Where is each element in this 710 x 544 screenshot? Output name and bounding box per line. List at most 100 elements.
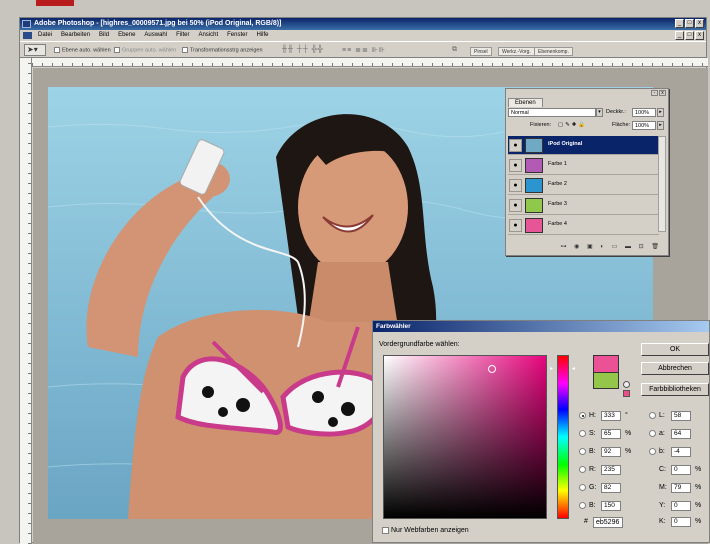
eye-icon[interactable]: ●	[509, 139, 522, 152]
eye-icon[interactable]: ●	[509, 219, 522, 232]
menu-filter[interactable]: Filter	[176, 30, 189, 41]
palette-tab-layer-comps[interactable]: Ebenenkomp.	[534, 47, 573, 56]
hue-radio[interactable]	[579, 412, 586, 419]
blend-mode-select[interactable]: Normal	[508, 108, 596, 117]
doc-minimize-button[interactable]: _	[675, 31, 684, 40]
hue-slider-left-arrow-icon[interactable]: ▸	[550, 365, 553, 372]
cyan-input[interactable]: 0	[671, 465, 691, 475]
chevron-down-icon[interactable]: ▾	[596, 108, 603, 117]
magenta-input[interactable]: 79	[671, 483, 691, 493]
transform-checkbox[interactable]	[182, 47, 188, 53]
lab-l-input[interactable]: 58	[671, 411, 691, 421]
fill-arrow-icon[interactable]: ▸	[657, 121, 664, 130]
saturation-field-row: S: 65 %	[579, 429, 639, 439]
lock-icons[interactable]: ▢✎✚🔒	[558, 121, 587, 130]
eye-icon[interactable]: ●	[509, 179, 522, 192]
fill-field[interactable]: 100%	[632, 121, 656, 130]
saturation-input[interactable]: 65	[601, 429, 621, 439]
maximize-button[interactable]: □	[685, 19, 694, 28]
doc-maximize-button[interactable]: □	[685, 31, 694, 40]
lab-a-radio[interactable]	[649, 430, 656, 437]
align-icons[interactable]: ╫╫ ┼┼ ╬╬	[282, 46, 324, 53]
close-button[interactable]: x	[695, 19, 704, 28]
blue-radio[interactable]	[579, 502, 586, 509]
red-input[interactable]: 235	[601, 465, 621, 475]
saturation-brightness-field[interactable]	[383, 355, 547, 519]
eye-icon[interactable]: ●	[509, 199, 522, 212]
hue-input[interactable]: 333	[601, 411, 621, 421]
menu-ansicht[interactable]: Ansicht	[198, 30, 218, 41]
palette-well-icon[interactable]: ⧉	[452, 46, 458, 54]
color-libraries-button[interactable]: Farbbibliotheken	[641, 383, 709, 396]
color-cursor[interactable]	[488, 365, 496, 373]
gamut-warning-icon[interactable]	[623, 381, 630, 388]
lab-b-input[interactable]: -4	[671, 447, 691, 457]
layer-name: iPod Original	[548, 141, 583, 147]
yellow-input[interactable]: 0	[671, 501, 691, 511]
menu-fenster[interactable]: Fenster	[227, 30, 247, 41]
green-input[interactable]: 82	[601, 483, 621, 493]
black-field-row: K: 0 %	[649, 517, 709, 527]
web-colors-only-option[interactable]: Nur Webfarben anzeigen	[382, 526, 469, 535]
layers-footer-icons[interactable]: ⊶ ◉ ▣ ◐ ▭ ▬ ⊡ 🗑	[508, 242, 666, 253]
hue-slider-right-arrow-icon[interactable]: ◂	[572, 365, 575, 372]
brightness-radio[interactable]	[579, 448, 586, 455]
black-input[interactable]: 0	[671, 517, 691, 527]
opacity-arrow-icon[interactable]: ▸	[657, 108, 664, 117]
opacity-field[interactable]: 100%	[632, 108, 656, 117]
move-tool-preset[interactable]: ➤▾	[24, 44, 46, 56]
panel-minimize-button[interactable]: -	[651, 90, 658, 96]
auto-select-option[interactable]: Ebene auto. wählen	[54, 47, 111, 53]
red-radio[interactable]	[579, 466, 586, 473]
layer-row-farbe-3[interactable]: ● Farbe 3	[508, 196, 659, 215]
magenta-field-row: M: 79 %	[649, 483, 709, 493]
auto-select-checkbox[interactable]	[54, 47, 60, 53]
minimize-button[interactable]: _	[675, 19, 684, 28]
photoshop-logo-icon	[22, 20, 31, 28]
distribute-icons[interactable]: ≡≡ ≣≣ ⊪⊪	[342, 46, 386, 54]
cancel-button[interactable]: Abbrechen	[641, 362, 709, 375]
panel-close-button[interactable]: x	[659, 90, 666, 96]
layer-row-farbe-2[interactable]: ● Farbe 2	[508, 176, 659, 195]
opacity-label: Deckkr.:	[606, 109, 626, 115]
layer-thumbnail	[525, 218, 543, 233]
menu-bearbeiten[interactable]: Bearbeiten	[61, 30, 90, 41]
document-window-controls: _ □ x	[675, 31, 704, 40]
brightness-field-row: B: 92 %	[579, 447, 639, 457]
layers-panel-titlebar[interactable]	[506, 89, 668, 97]
layer-row-farbe-1[interactable]: ● Farbe 1	[508, 156, 659, 175]
lab-l-label: L:	[659, 412, 665, 419]
current-color-swatch[interactable]	[593, 372, 619, 389]
menu-auswahl[interactable]: Auswahl	[144, 30, 167, 41]
tab-ebenen[interactable]: Ebenen	[508, 98, 543, 107]
lab-a-input[interactable]: 64	[671, 429, 691, 439]
ok-button[interactable]: OK	[641, 343, 709, 356]
doc-close-button[interactable]: x	[695, 31, 704, 40]
web-safe-swatch[interactable]	[623, 390, 630, 397]
lab-b-radio[interactable]	[649, 448, 656, 455]
yellow-label: Y:	[659, 502, 666, 509]
saturation-radio[interactable]	[579, 430, 586, 437]
group-select-option[interactable]: Gruppen auto. wählen	[114, 47, 176, 53]
lab-l-radio[interactable]	[649, 412, 656, 419]
window-controls: _ □ x	[675, 19, 704, 28]
brightness-input[interactable]: 92	[601, 447, 621, 457]
hex-input[interactable]: eb5296	[593, 517, 623, 528]
palette-tab-brushes[interactable]: Pinsel	[470, 47, 492, 56]
layer-row-farbe-4[interactable]: ● Farbe 4	[508, 216, 659, 235]
eye-icon[interactable]: ●	[509, 159, 522, 172]
blue-input[interactable]: 150	[601, 501, 621, 511]
green-radio[interactable]	[579, 484, 586, 491]
menu-bild[interactable]: Bild	[99, 30, 109, 41]
layer-row-ipod-original[interactable]: ● iPod Original	[508, 136, 659, 155]
menu-hilfe[interactable]: Hilfe	[256, 30, 268, 41]
palette-tab-tool-presets[interactable]: Werkz.-Vorg.	[498, 47, 535, 56]
group-select-checkbox[interactable]	[114, 47, 120, 53]
menu-ebene[interactable]: Ebene	[118, 30, 135, 41]
color-picker-dialog: Farbwähler Vordergrundfarbe wählen: ▸ ◂ …	[372, 320, 710, 543]
hue-slider[interactable]	[557, 355, 569, 519]
layers-scrollbar[interactable]	[658, 136, 666, 232]
transform-controls-option[interactable]: Transformationsstrg anzeigen	[182, 47, 263, 53]
menu-datei[interactable]: Datei	[38, 30, 52, 41]
web-colors-checkbox[interactable]	[382, 526, 389, 534]
